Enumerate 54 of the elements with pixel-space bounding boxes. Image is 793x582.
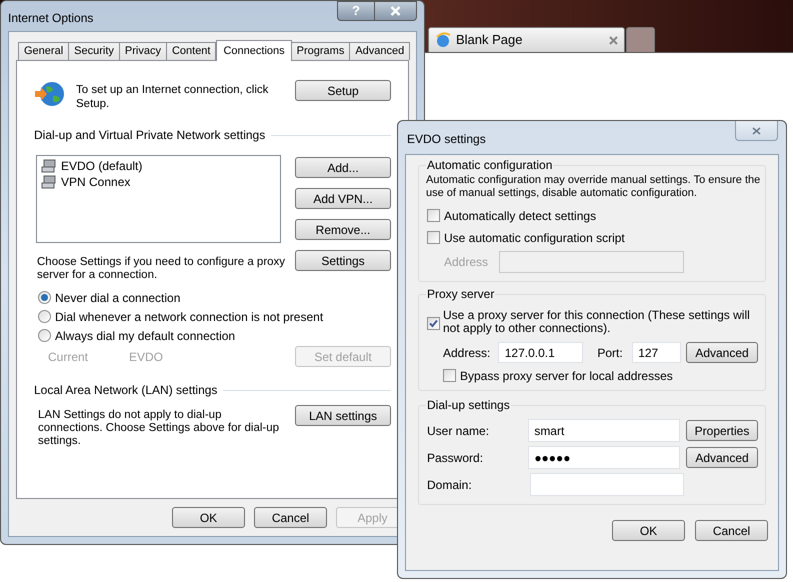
connection-item[interactable]: VPN Connex	[41, 174, 276, 190]
tab[interactable]: Advanced	[349, 42, 410, 60]
field-label: User name:	[427, 422, 490, 440]
setup-text: To set up an Internet connection, click Setup.	[76, 83, 270, 111]
tab[interactable]: Connections	[216, 40, 292, 61]
browser-tab[interactable]: Blank Page	[428, 27, 625, 52]
checkbox-label: Automatically detect settings	[444, 208, 596, 224]
window-title: EVDO settings	[407, 131, 486, 148]
field-button[interactable]: Advanced	[686, 447, 758, 468]
address-label: Address:	[443, 344, 492, 362]
tab[interactable]: Privacy	[118, 42, 167, 60]
group-heading: Dial-up settings	[426, 398, 511, 413]
tab[interactable]: Content	[166, 42, 216, 60]
text-field[interactable]: ●●●●●	[528, 446, 680, 469]
connection-button[interactable]: Remove...	[295, 219, 391, 240]
connection-button[interactable]: Add...	[295, 157, 391, 178]
current-label: Current	[48, 348, 90, 366]
tab-title: Blank Page	[456, 31, 524, 50]
lan-text: LAN Settings do not apply to dial-up connections. Choose Settings above for dial-up settings.	[38, 409, 280, 448]
dialog-button[interactable]: OK	[172, 507, 245, 528]
section-heading: Local Area Network (LAN) settings	[34, 382, 218, 399]
current-value: EVDO	[129, 348, 164, 366]
address-field[interactable]: 127.0.0.1	[498, 342, 584, 363]
setup-button[interactable]: Setup	[295, 80, 391, 101]
section-heading: Dial-up and Virtual Private Network settings	[34, 127, 266, 144]
tab[interactable]: General	[18, 42, 70, 60]
settings-text: Choose Settings if you need to configure a proxy server for a connection.	[36, 256, 286, 282]
tab[interactable]: Programs	[290, 42, 350, 60]
field-button[interactable]: Properties	[686, 420, 758, 441]
settings-button[interactable]: Settings	[295, 250, 391, 271]
address-label: Address	[444, 254, 490, 271]
lan-settings-button[interactable]: LAN settings	[295, 405, 391, 426]
checkbox-label: Bypass proxy server for local addresses	[460, 368, 673, 384]
dialog-button[interactable]: OK	[612, 520, 685, 541]
group-heading: Proxy server	[426, 287, 496, 302]
radio-label: Dial whenever a network connection is not present	[55, 308, 324, 326]
description-text: Automatic configuration may override manual settings. To ensure the use of manual settings, disable automatic configuration.	[426, 174, 762, 200]
checkbox-label: Use automatic configuration script	[444, 230, 625, 246]
advanced-button[interactable]: Advanced	[686, 342, 758, 363]
radio-label: Always dial my default connection	[55, 328, 236, 344]
field-label: Domain:	[427, 476, 473, 494]
checkbox-label: Use a proxy server for this connection (These settings will not apply to other connections).	[443, 309, 751, 335]
connection-item[interactable]: EVDO (default)	[41, 158, 276, 174]
connection-button[interactable]: Add VPN...	[295, 188, 391, 209]
tab[interactable]: Security	[68, 42, 120, 60]
field-label: Password:	[427, 450, 484, 466]
text-field[interactable]: smart	[528, 419, 680, 442]
port-label: Port:	[597, 344, 624, 362]
radio-label: Never dial a connection	[55, 290, 180, 306]
dialog-button[interactable]: Cancel	[695, 520, 768, 541]
port-field[interactable]: 127	[632, 342, 681, 363]
dialog-button[interactable]: Cancel	[254, 507, 327, 528]
group-heading: Automatic configuration	[426, 158, 554, 173]
window-title: Internet Options	[8, 10, 94, 27]
